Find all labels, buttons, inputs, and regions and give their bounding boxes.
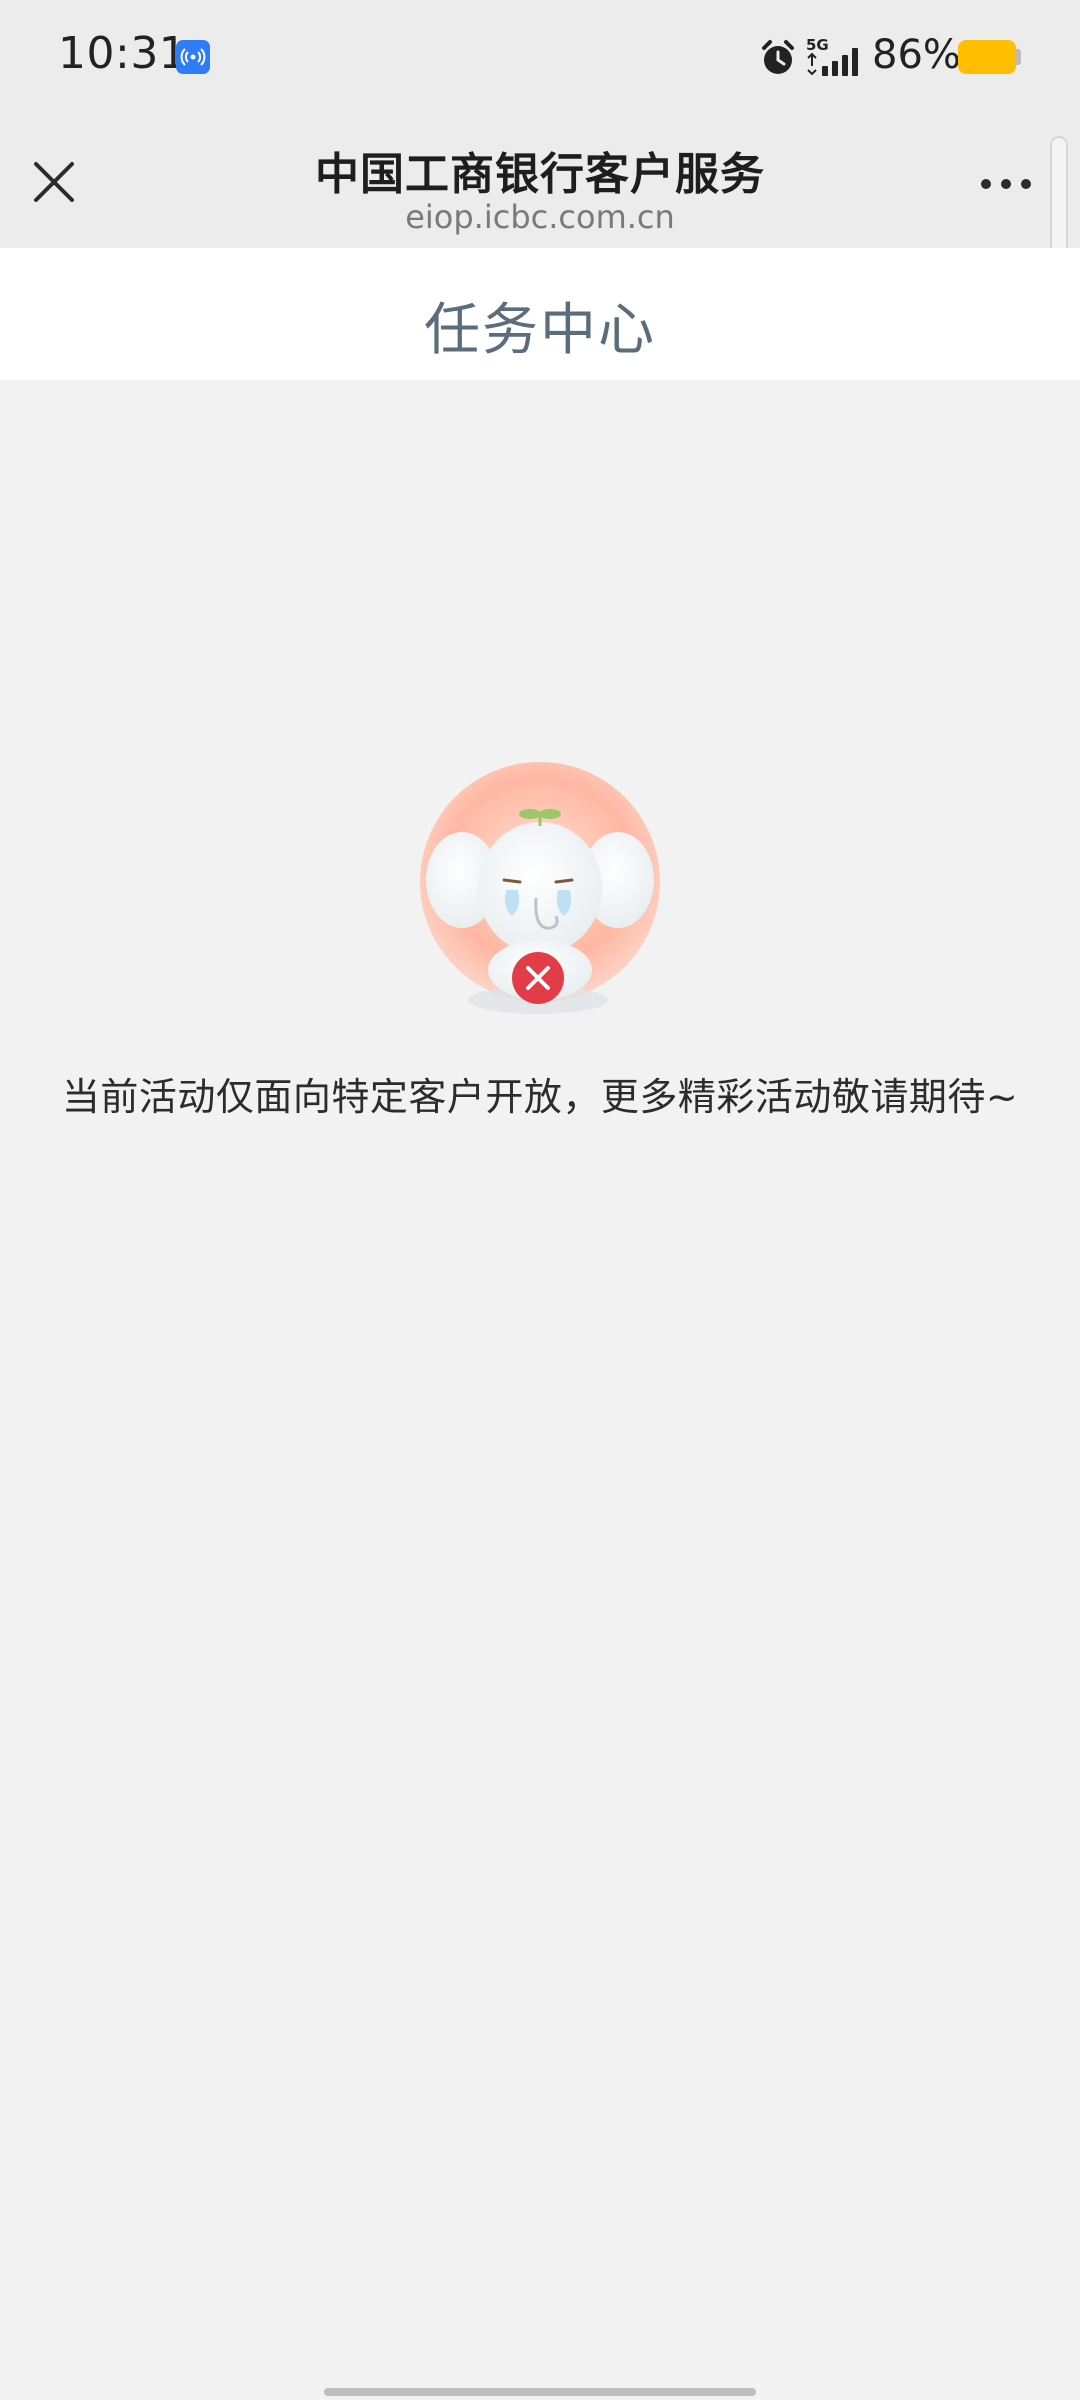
empty-state-message: 当前活动仅面向特定客户开放，更多精彩活动敬请期待~ — [61, 1075, 1019, 1119]
battery-percentage: 86% — [872, 32, 961, 78]
battery-icon — [958, 40, 1016, 74]
page-title: 任务中心 — [424, 298, 656, 363]
more-options-icon[interactable] — [978, 176, 1034, 192]
nav-title: 中国工商银行客户服务 — [315, 149, 765, 200]
status-time: 10:31 — [58, 28, 188, 79]
content-area — [0, 380, 1080, 2400]
signal-icon: 5G — [806, 36, 858, 76]
nav-url: eiop.icbc.com.cn — [405, 198, 675, 236]
home-indicator[interactable] — [324, 2388, 756, 2396]
crying-elephant-illustration — [420, 762, 660, 1014]
network-type-label: 5G — [806, 36, 829, 54]
battery-cap — [1016, 49, 1021, 65]
hotspot-icon — [176, 40, 210, 74]
alarm-icon — [762, 40, 794, 74]
